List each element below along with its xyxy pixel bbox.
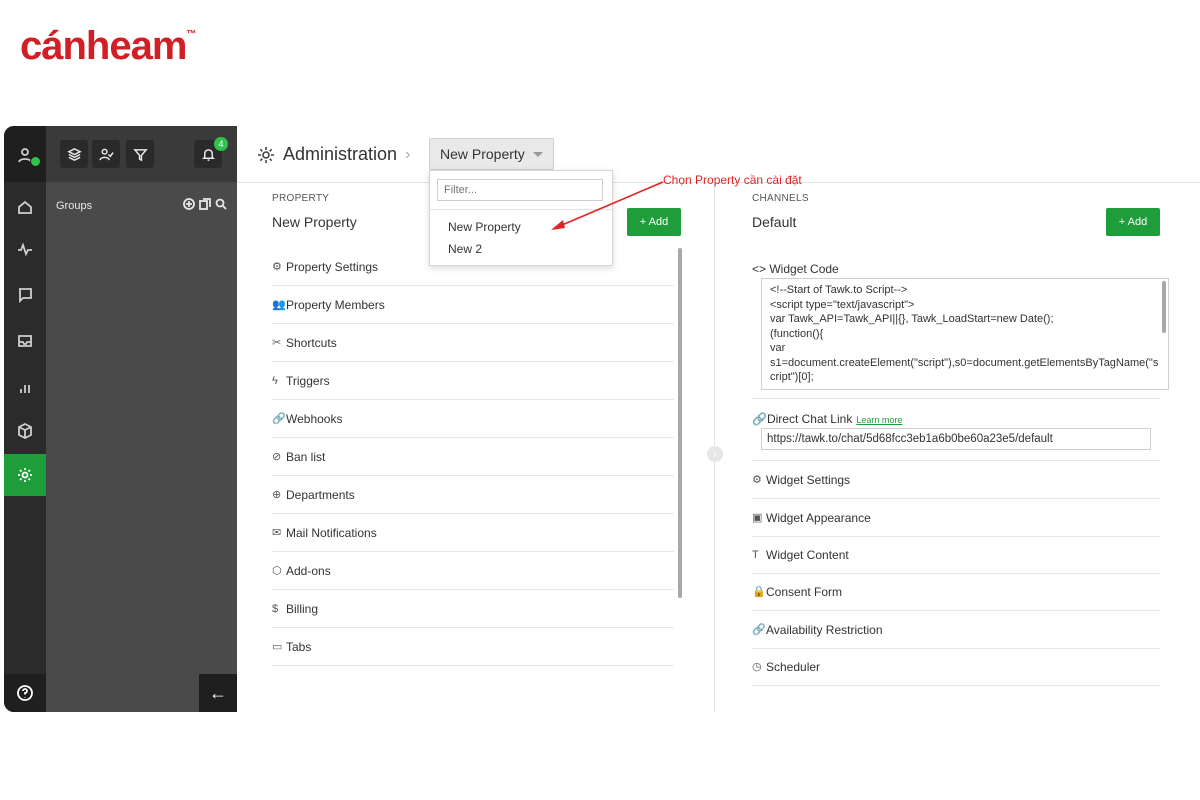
widget-settings-item[interactable]: ⚙ Widget Settings [752, 461, 1160, 499]
code-icon: <> [752, 262, 770, 276]
widget-code-box[interactable]: <!--Start of Tawk.to Script--> <script t… [761, 278, 1169, 390]
messages-icon[interactable] [4, 274, 46, 316]
departments-item[interactable]: ⊕ Departments [272, 476, 674, 514]
notifications-button[interactable]: 4 [194, 137, 228, 168]
inbox-icon[interactable] [4, 320, 46, 362]
profile-area [4, 126, 46, 182]
panel-toolbar: 4 [46, 126, 237, 182]
shortcuts-item[interactable]: ✂ Shortcuts [272, 324, 674, 362]
property-scrollbar[interactable] [678, 248, 682, 598]
divider [752, 398, 1160, 399]
members-icon: 👥 [272, 299, 286, 311]
add-group-icon[interactable] [183, 198, 195, 210]
availability-restriction-item[interactable]: 🔗 Availability Restriction [752, 611, 1160, 649]
triggers-item[interactable]: ϟ Triggers [272, 362, 674, 400]
addons-item[interactable]: ⬡ Add-ons [272, 552, 674, 590]
ban-list-item[interactable]: ⊘ Ban list [272, 438, 674, 476]
property-select-value: New Property [440, 146, 525, 162]
mail-icon: ✉ [272, 527, 282, 539]
text-icon: T [752, 548, 759, 561]
groups-tools [183, 198, 227, 210]
link-icon: 🔗 [752, 624, 766, 636]
lightning-icon: ϟ [272, 374, 278, 387]
brand-logo: cánheam™ [20, 24, 196, 68]
page-title: Administration [283, 144, 398, 164]
dollar-icon: $ [272, 602, 279, 615]
folder-icon: ▭ [272, 641, 283, 653]
chevron-right-icon: › [405, 145, 411, 163]
webhooks-item[interactable]: 🔗 Webhooks [272, 400, 674, 438]
online-status-icon [30, 156, 41, 167]
groups-panel: 4 Groups ← [46, 126, 237, 712]
link-icon: 🔗 [272, 413, 286, 425]
reports-icon[interactable] [4, 366, 46, 408]
notification-badge: 4 [214, 137, 228, 151]
dropdown-option[interactable]: New Property [448, 220, 521, 234]
filter-icon[interactable] [126, 140, 154, 168]
icon-rail [4, 126, 46, 712]
user-profile-icon[interactable] [4, 134, 46, 176]
gear-icon: ⚙ [272, 261, 282, 273]
app-window: 4 Groups ← Administration › New Property [4, 126, 1200, 712]
breadcrumb: Administration › [257, 144, 410, 165]
widget-code-heading: <> Widget Code [752, 262, 839, 276]
box-icon: ⬡ [272, 565, 282, 577]
copy-icon[interactable] [199, 198, 211, 210]
chevron-down-icon [532, 151, 543, 157]
direct-chat-link-heading: 🔗Direct Chat Link Learn more [752, 412, 903, 426]
mail-notifications-item[interactable]: ✉ Mail Notifications [272, 514, 674, 552]
property-name: New Property [272, 214, 357, 230]
learn-more-link[interactable]: Learn more [856, 415, 902, 425]
image-icon: ▣ [752, 512, 763, 524]
layers-icon[interactable] [60, 140, 88, 168]
help-icon[interactable] [4, 674, 46, 712]
channel-name: Default [752, 214, 797, 230]
settings-gear-icon [258, 146, 274, 163]
gear-icon: ⚙ [752, 474, 762, 486]
consent-form-item[interactable]: 🔒 Consent Form [752, 573, 1160, 611]
ban-icon: ⊘ [272, 451, 282, 463]
billing-item[interactable]: $ Billing [272, 590, 674, 628]
property-select[interactable]: New Property [429, 138, 554, 170]
scissors-icon: ✂ [272, 337, 282, 349]
addons-icon[interactable] [4, 410, 46, 452]
expand-chevron-icon[interactable]: › [707, 446, 723, 462]
widget-appearance-item[interactable]: ▣ Widget Appearance [752, 499, 1160, 537]
groups-label: Groups [56, 200, 93, 212]
widget-content-item[interactable]: T Widget Content [752, 536, 1160, 574]
home-icon[interactable] [4, 186, 46, 228]
lock-icon: 🔒 [752, 586, 766, 598]
user-check-icon[interactable] [92, 140, 120, 168]
property-section-label: PROPERTY [272, 193, 330, 204]
property-menu: ⚙ Property Settings 👥 Property Members ✂ Sh… [272, 248, 674, 666]
property-members-item[interactable]: 👥 Property Members [272, 286, 674, 324]
direct-chat-link-field[interactable]: https://tawk.to/chat/5d68fcc3eb1a6b0be60… [761, 428, 1151, 450]
clock-icon: ◷ [752, 661, 762, 673]
activity-icon[interactable] [4, 228, 46, 270]
admin-settings-icon[interactable] [4, 454, 46, 496]
main-content: Administration › New Property New Proper… [237, 126, 1200, 712]
scheduler-item[interactable]: ◷ Scheduler [752, 648, 1160, 686]
annotation-text: Chọn Property cần cài đặt [663, 173, 802, 187]
add-channel-button[interactable]: + Add [1106, 208, 1160, 236]
code-scrollbar[interactable] [1162, 281, 1166, 333]
dropdown-option[interactable]: New 2 [448, 242, 482, 256]
globe-icon: ⊕ [272, 489, 282, 501]
bell-icon [201, 148, 215, 161]
channels-section-label: CHANNELS [752, 193, 809, 204]
tabs-item[interactable]: ▭ Tabs [272, 628, 674, 666]
annotation-arrow-icon [551, 181, 664, 230]
link-icon: 🔗 [752, 412, 767, 426]
collapse-panel-icon[interactable]: ← [199, 674, 237, 712]
search-icon[interactable] [215, 198, 227, 210]
